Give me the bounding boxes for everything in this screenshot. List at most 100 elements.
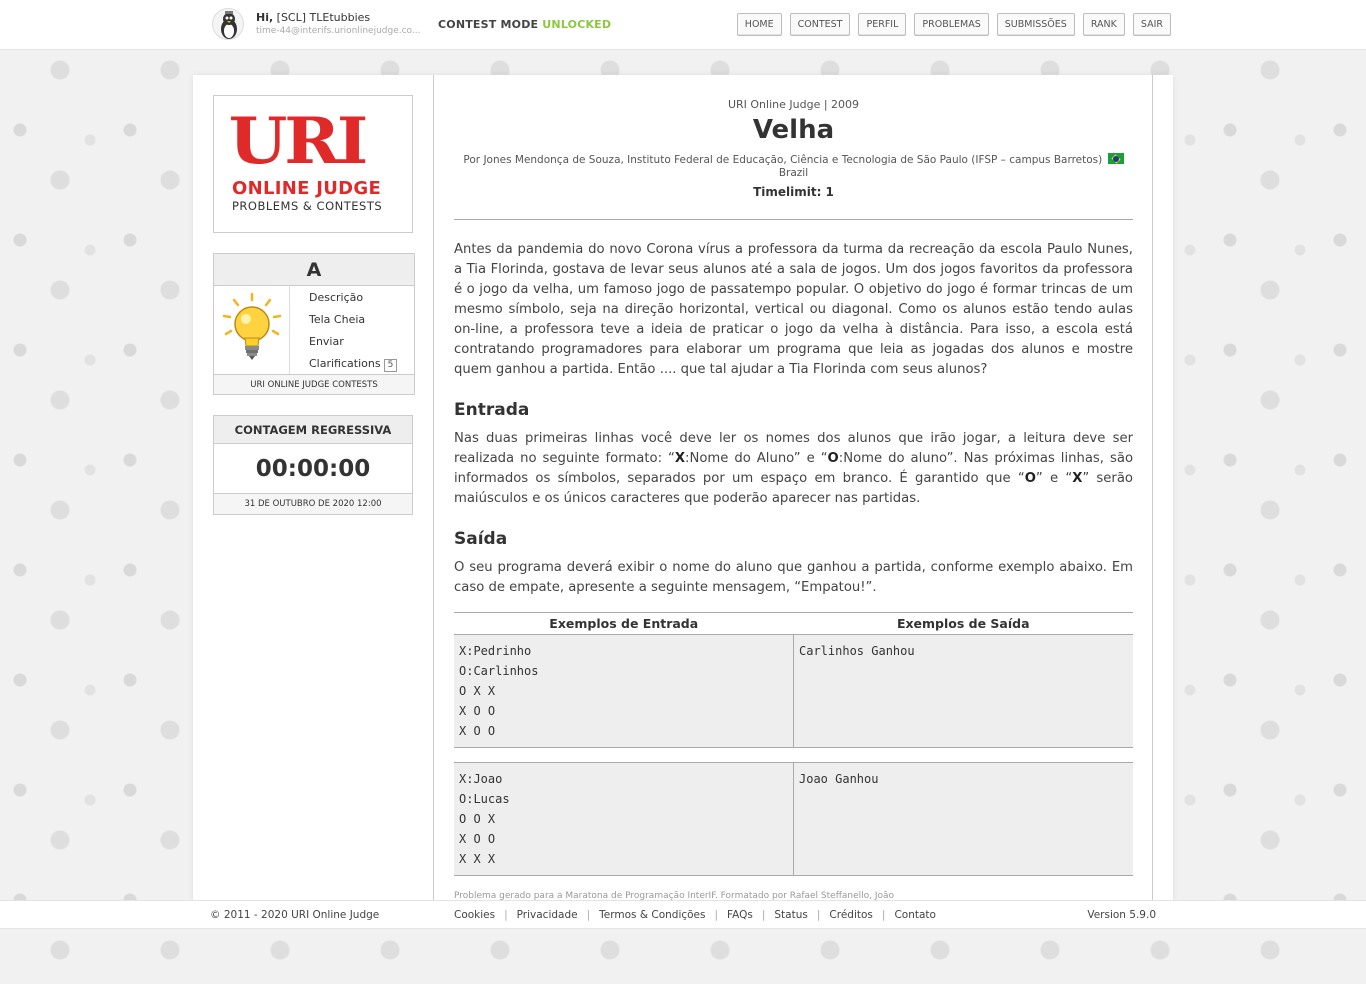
logo-tagline: PROBLEMS & CONTESTS (232, 199, 383, 213)
countdown-box: CONTAGEM REGRESSIVA 00:00:00 31 DE OUTUB… (213, 415, 413, 515)
example-line: X:Joao (459, 772, 503, 786)
examples-output-header: Exemplos de Saída (793, 612, 1133, 635)
example-line: O X X (459, 684, 496, 698)
footer-separator: | (586, 909, 591, 921)
example-line: Joao Ganhou (799, 772, 879, 786)
footer-link-status[interactable]: Status (774, 909, 807, 921)
example-output-cell[interactable]: Carlinhos Ganhou (793, 634, 1133, 748)
problem-content: URI Online Judge | 2009 Velha Por Jones … (433, 75, 1153, 905)
output-description: O seu programa deverá exibir o nome do a… (454, 560, 1133, 595)
footer-link-termos[interactable]: Termos & Condições (599, 909, 705, 921)
logo-main-text: URI (228, 104, 369, 179)
example-line: O:Lucas (459, 792, 510, 806)
problem-title: Velha (752, 115, 835, 145)
countdown-date: 31 DE OUTUBRO DE 2020 12:00 (214, 493, 412, 514)
footer-link-privacidade[interactable]: Privacidade (517, 909, 578, 921)
user-greeting: Hi, [SCL] TLEtubbies (256, 11, 370, 24)
spacer-cell (454, 747, 1133, 763)
nav-problemas-button[interactable]: PROBLEMAS (914, 13, 989, 36)
input-text-part: :Nome do Aluno” e “ (685, 451, 828, 466)
example-line: X:Pedrinho (459, 644, 532, 658)
main-panel: URI ONLINE JUDGE PROBLEMS & CONTESTS A D… (193, 75, 1173, 905)
input-text-symbol: X (1072, 471, 1083, 486)
uri-logo[interactable]: URI ONLINE JUDGE PROBLEMS & CONTESTS (213, 95, 413, 233)
footer-links: Cookies | Privacidade | Termos & Condições… (454, 909, 936, 921)
footer-copyright: © 2011 - 2020 URI Online Judge (210, 909, 380, 921)
problem-author: Por Jones Mendonça de Souza, Instituto F… (454, 153, 1133, 180)
footer-link-cookies[interactable]: Cookies (454, 909, 495, 921)
footer-link-faqs[interactable]: FAQs (727, 909, 753, 921)
example-input-cell[interactable]: X:Pedrinho O:Carlinhos O X X X O O X O O (454, 634, 794, 748)
problem-letter: A (214, 254, 414, 286)
example-row: X:Pedrinho O:Carlinhos O X X X O O X O O… (454, 634, 1133, 748)
example-line: X X X (459, 852, 496, 866)
footer-link-creditos[interactable]: Créditos (829, 909, 872, 921)
footer-separator: | (881, 909, 886, 921)
example-spacer (454, 747, 1133, 763)
problem-submit-link[interactable]: Enviar (309, 334, 397, 356)
example-input-cell[interactable]: X:Joao O:Lucas O O X X O O X X X (454, 762, 794, 876)
example-line: O:Carlinhos (459, 664, 539, 678)
brazil-flag-icon (1107, 153, 1124, 164)
author-country: Brazil (778, 167, 809, 179)
nav-contest-button[interactable]: CONTEST (789, 13, 851, 36)
nav-sair-button[interactable]: SAIR (1132, 13, 1171, 36)
lightbulb-icon-area (214, 286, 290, 374)
example-line: X O O (459, 704, 496, 718)
footer: © 2011 - 2020 URI Online Judge Cookies | … (0, 900, 1366, 929)
contest-mode-indicator: CONTEST MODE UNLOCKED (438, 18, 611, 31)
nav-rank-button[interactable]: RANK (1082, 13, 1125, 36)
footer-version: Version 5.9.0 (1087, 909, 1156, 921)
input-text-symbol: O (827, 451, 839, 466)
problem-links: Descrição Tela Cheia Enviar Clarificatio… (309, 290, 398, 378)
countdown-timer: 00:00:00 (255, 456, 371, 482)
example-line: O O X (459, 812, 496, 826)
example-line: X O O (459, 832, 496, 846)
footer-separator: | (816, 909, 821, 921)
penguin-avatar-icon (221, 11, 237, 39)
example-row: X:Joao O:Lucas O O X X O O X X X Joao Ga… (454, 762, 1133, 876)
main-nav: HOME CONTEST PERFIL PROBLEMAS SUBMISSÕES… (736, 13, 1171, 36)
clarifications-label: Clarifications (309, 357, 381, 370)
top-bar: Hi, [SCL] TLEtubbies time-44@interifs.ur… (0, 0, 1366, 50)
clarifications-count-badge: 5 (383, 359, 398, 372)
footer-link-contato[interactable]: Contato (894, 909, 936, 921)
nav-submissoes-button[interactable]: SUBMISSÕES (996, 13, 1075, 36)
user-email: time-44@interifs.urionlinejudge.co... (256, 26, 421, 36)
input-text-symbol: X (674, 451, 686, 466)
countdown-title: CONTAGEM REGRESSIVA (214, 416, 412, 444)
examples-input-header: Exemplos de Entrada (454, 612, 794, 635)
problem-description: Antes da pandemia do novo Corona vírus a… (454, 242, 1133, 377)
examples-header-row: Exemplos de Entrada Exemplos de Saída (454, 612, 1133, 635)
username: [SCL] TLEtubbies (276, 11, 371, 24)
output-section-title: Saída (454, 529, 508, 549)
author-text: Por Jones Mendonça de Souza, Instituto F… (463, 154, 1103, 166)
user-avatar[interactable] (212, 8, 244, 40)
footer-separator: | (714, 909, 719, 921)
nav-perfil-button[interactable]: PERFIL (858, 13, 907, 36)
logo-sub-text: ONLINE JUDGE (232, 178, 382, 199)
problem-box-footer: URI ONLINE JUDGE CONTESTS (214, 374, 414, 394)
input-description: Nas duas primeiras linhas você deve ler … (454, 429, 1133, 509)
example-line: X O O (459, 724, 496, 738)
contest-mode-label: CONTEST MODE (438, 18, 539, 31)
nav-home-button[interactable]: HOME (736, 13, 782, 36)
footer-separator: | (504, 909, 508, 921)
greeting-prefix: Hi, (256, 11, 274, 24)
problem-source: URI Online Judge | 2009 (727, 98, 860, 111)
problem-content-inner: URI Online Judge | 2009 Velha Por Jones … (454, 75, 1133, 901)
problem-timelimit: Timelimit: 1 (753, 185, 834, 199)
examples-table: Exemplos de Entrada Exemplos de Saída X:… (454, 612, 1133, 876)
input-text-part: ” e “ (1035, 471, 1073, 486)
contest-mode-status: UNLOCKED (542, 18, 612, 31)
problem-fullscreen-link[interactable]: Tela Cheia (309, 312, 397, 334)
problem-description-link[interactable]: Descrição (309, 290, 397, 312)
divider (454, 219, 1133, 220)
footer-separator: | (761, 909, 766, 921)
input-text-symbol: O (1024, 471, 1036, 486)
lightbulb-icon (222, 292, 282, 360)
example-output-cell[interactable]: Joao Ganhou (793, 762, 1133, 876)
problem-menu-box: A Descrição Tela Cheia Enviar Clarificat… (213, 253, 415, 395)
input-section-title: Entrada (454, 400, 530, 420)
example-line: Carlinhos Ganhou (799, 644, 915, 658)
